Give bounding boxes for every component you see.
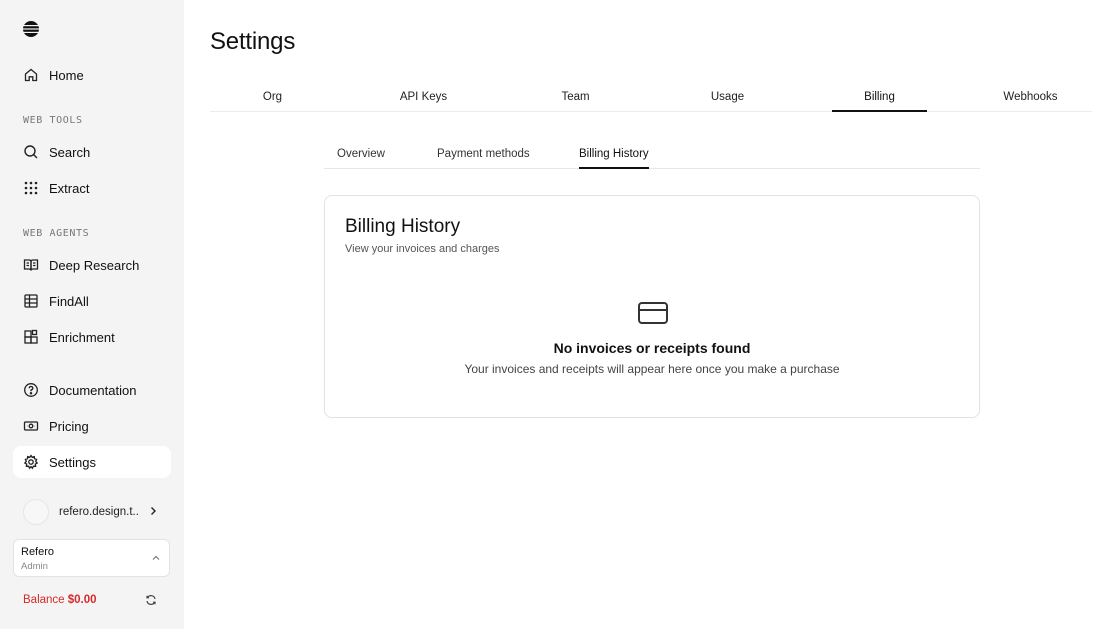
search-icon	[24, 145, 38, 159]
sidebar: Home WEB TOOLS Search Extract WEB AGENTS…	[0, 0, 184, 629]
avatar	[23, 499, 49, 525]
balance-amount: $0.00	[67, 594, 97, 606]
nav-item-deep-research[interactable]: Deep Research	[13, 249, 171, 281]
nav-label-home: Home	[49, 67, 84, 83]
card-title: Billing History	[345, 216, 461, 237]
balance: Balance $0.00	[23, 594, 97, 606]
subtab-overview[interactable]: Overview	[337, 140, 385, 169]
settings-tabs: Org API Keys Team Usage Billing Webhooks	[210, 83, 1092, 112]
subtab-payment-methods[interactable]: Payment methods	[437, 140, 530, 169]
user-email: refero.design.t...	[59, 506, 139, 518]
nav-label-search: Search	[49, 144, 91, 160]
logo-icon[interactable]	[22, 20, 40, 38]
subtab-billing-history[interactable]: Billing History	[579, 140, 649, 169]
user-menu[interactable]: refero.design.t...	[13, 496, 171, 528]
tab-team[interactable]: Team	[528, 83, 623, 112]
nav-item-search[interactable]: Search	[13, 136, 171, 168]
billing-history-card: Billing History View your invoices and c…	[324, 195, 980, 418]
org-name: Refero	[21, 546, 55, 558]
nav-item-documentation[interactable]: Documentation	[13, 374, 171, 406]
chevron-right-icon	[151, 507, 156, 515]
nav-item-settings[interactable]: Settings	[13, 446, 171, 478]
nav-label-deep-research: Deep Research	[49, 257, 140, 273]
org-switcher[interactable]: Refero Admin	[13, 539, 170, 577]
blocks-icon	[24, 329, 38, 344]
nav-item-extract[interactable]: Extract	[13, 172, 171, 204]
gear-icon	[23, 454, 39, 470]
nav-label-settings: Settings	[49, 454, 96, 470]
help-circle-icon	[24, 383, 38, 397]
nav-label-pricing: Pricing	[49, 418, 89, 434]
nav-label-enrichment: Enrichment	[49, 329, 115, 345]
empty-state-title: No invoices or receipts found	[553, 340, 751, 356]
page-title: Settings	[210, 28, 296, 55]
tab-api-keys[interactable]: API Keys	[376, 83, 471, 112]
org-role: Admin	[21, 561, 48, 572]
table-icon	[24, 294, 38, 308]
nav-item-findall[interactable]: FindAll	[13, 285, 171, 317]
section-label-web-agents: WEB AGENTS	[23, 228, 90, 239]
nav-item-home[interactable]: Home	[13, 59, 171, 91]
tab-usage[interactable]: Usage	[680, 83, 775, 112]
banknote-icon	[23, 421, 39, 431]
tab-webhooks[interactable]: Webhooks	[983, 83, 1078, 112]
tab-billing[interactable]: Billing	[832, 83, 927, 112]
empty-state-subtitle: Your invoices and receipts will appear h…	[464, 362, 840, 376]
book-open-icon	[23, 259, 39, 271]
nav-label-extract: Extract	[49, 180, 90, 196]
nav-label-findall: FindAll	[49, 293, 89, 309]
tab-org[interactable]: Org	[225, 83, 320, 112]
credit-card-icon	[638, 302, 668, 324]
nav-item-pricing[interactable]: Pricing	[13, 410, 171, 442]
billing-subtabs: Overview Payment methods Billing History	[324, 140, 980, 169]
refresh-icon[interactable]	[145, 594, 157, 606]
nav-item-enrichment[interactable]: Enrichment	[13, 321, 171, 353]
grid-dots-icon	[24, 181, 38, 195]
chevron-up-icon	[152, 555, 160, 560]
nav-label-documentation: Documentation	[49, 382, 137, 398]
card-subtitle: View your invoices and charges	[345, 243, 500, 255]
section-label-web-tools: WEB TOOLS	[23, 115, 83, 126]
balance-label: Balance	[23, 594, 65, 606]
home-icon	[24, 68, 38, 82]
